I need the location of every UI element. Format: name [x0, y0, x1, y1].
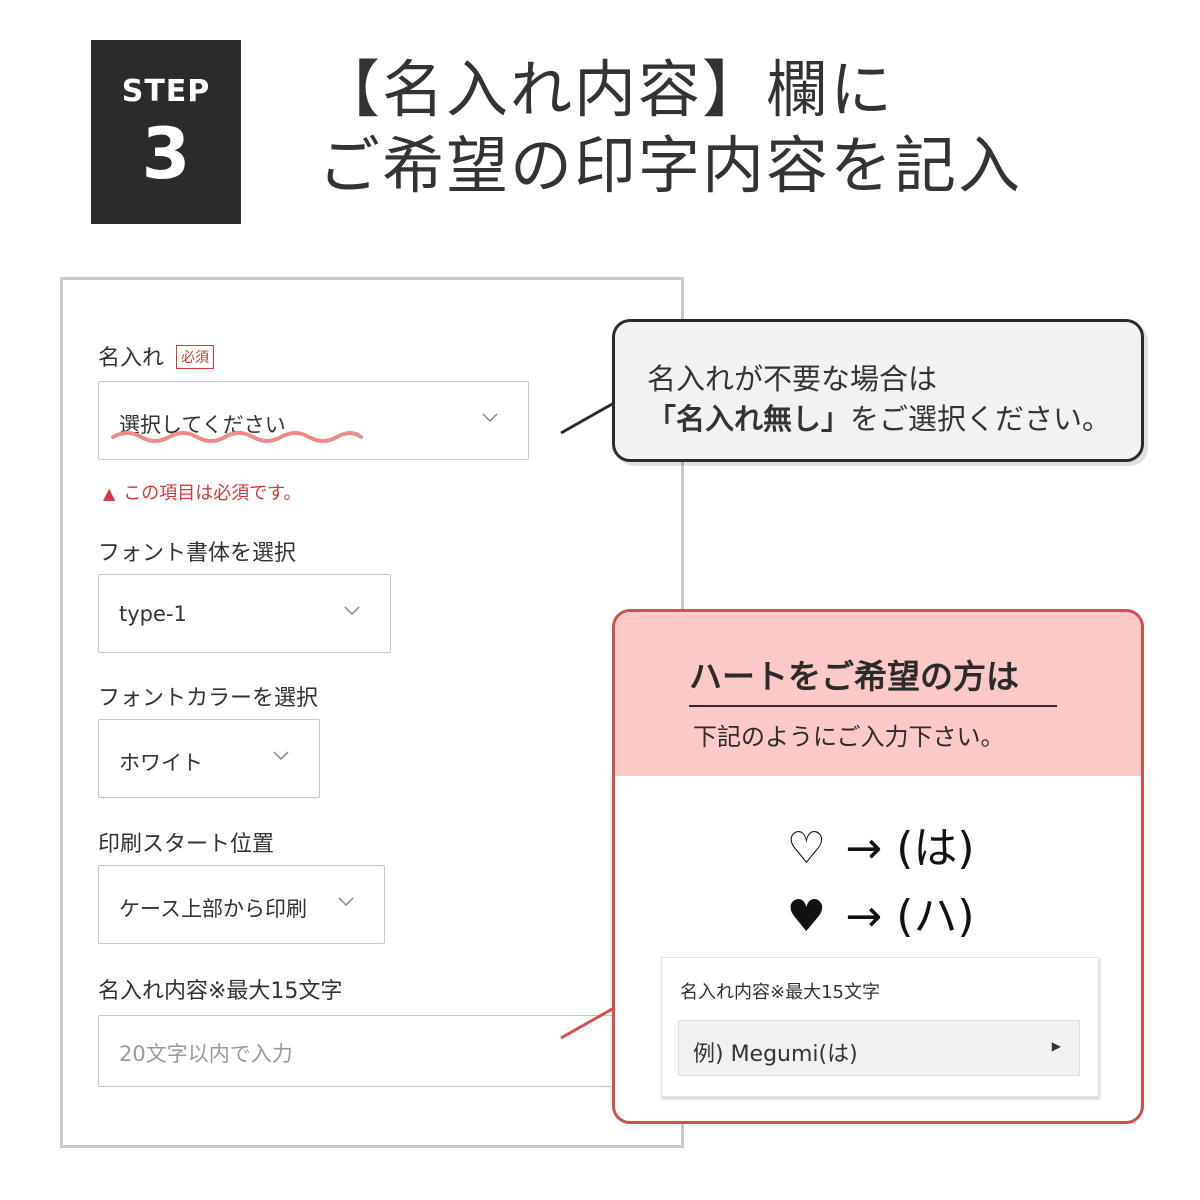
step-badge: STEP 3	[91, 40, 241, 224]
heading-line-1: 【名入れ内容】欄に	[318, 53, 895, 126]
example-value: 例) Megumi(は)	[693, 1042, 858, 1067]
black-heart-mapping: ♥ → (ハ)	[615, 880, 1141, 944]
chevron-down-icon	[482, 413, 498, 423]
callout-line-2: 「名入れ無し」をご選択ください。	[647, 396, 1111, 438]
position-field-label: 印刷スタート位置	[98, 832, 275, 857]
step-word: STEP	[121, 74, 211, 109]
color-field-label: フォントカラーを選択	[98, 686, 319, 711]
heart-callout-header: ハートをご希望の方は 下記のようにご入力下さい。	[615, 612, 1141, 776]
white-heart-code: (は)	[896, 823, 975, 874]
position-select[interactable]: ケース上部から印刷	[98, 865, 385, 944]
name-select-value: 選択してください	[119, 413, 286, 437]
color-select-value: ホワイト	[119, 751, 203, 775]
content-input-placeholder: 20文字以内で入力	[119, 1042, 293, 1066]
content-field-label: 名入れ内容※最大15文字	[98, 979, 343, 1004]
font-select-value: type-1	[119, 602, 187, 626]
callout-line-1: 名入れが不要な場合は	[647, 362, 938, 396]
example-label: 名入れ内容※最大15文字	[680, 982, 880, 1003]
error-text: この項目は必須です。	[123, 483, 302, 504]
name-error-message: ▲ この項目は必須です。	[103, 479, 302, 505]
white-heart-icon: ♡	[786, 823, 827, 874]
required-badge: 必須	[176, 345, 215, 369]
heading-line-2: ご希望の印字内容を記入	[318, 129, 1023, 202]
no-name-callout: 名入れが不要な場合は 「名入れ無し」をご選択ください。	[612, 319, 1144, 462]
arrow-icon: →	[845, 891, 883, 942]
font-field-label: フォント書体を選択	[98, 541, 297, 566]
page-heading: 【名入れ内容】欄に ご希望の印字内容を記入	[318, 52, 1178, 204]
order-form-panel: 名入れ 必須 選択してください ▲ この項目は必須です。 フォント書体を選択 typ…	[60, 277, 684, 1148]
chevron-down-icon	[344, 606, 360, 616]
name-field-label-text: 名入れ	[98, 346, 165, 371]
chevron-down-icon	[338, 897, 354, 907]
warning-icon: ▲	[103, 484, 116, 503]
heart-callout-title: ハートをご希望の方は	[689, 657, 1019, 696]
white-heart-mapping: ♡ → (は)	[615, 812, 1141, 876]
heart-title-divider	[689, 705, 1057, 707]
example-field: 例) Megumi(は) ▶	[678, 1020, 1080, 1076]
caret-right-icon: ▶	[1051, 1039, 1061, 1053]
callout-bold-text: 「名入れ無し」	[647, 402, 851, 436]
black-heart-icon: ♥	[786, 891, 827, 942]
color-select[interactable]: ホワイト	[98, 719, 320, 798]
chevron-down-icon	[273, 751, 289, 761]
font-select[interactable]: type-1	[98, 574, 391, 653]
black-heart-code: (ハ)	[896, 891, 975, 942]
heart-callout: ハートをご希望の方は 下記のようにご入力下さい。 ♡ → (は) ♥ → (ハ) 名入れ…	[612, 609, 1144, 1124]
heart-callout-subtitle: 下記のようにご入力下さい。	[693, 723, 1005, 751]
step-number: 3	[141, 113, 191, 195]
callout-rest-text: をご選択ください。	[850, 402, 1112, 436]
name-select[interactable]: 選択してください	[98, 381, 529, 460]
arrow-icon: →	[845, 823, 883, 874]
content-input[interactable]: 20文字以内で入力	[98, 1015, 658, 1087]
position-select-value: ケース上部から印刷	[119, 897, 307, 921]
example-input-card: 名入れ内容※最大15文字 例) Megumi(は) ▶	[661, 957, 1099, 1097]
name-field-label: 名入れ 必須	[98, 340, 215, 372]
